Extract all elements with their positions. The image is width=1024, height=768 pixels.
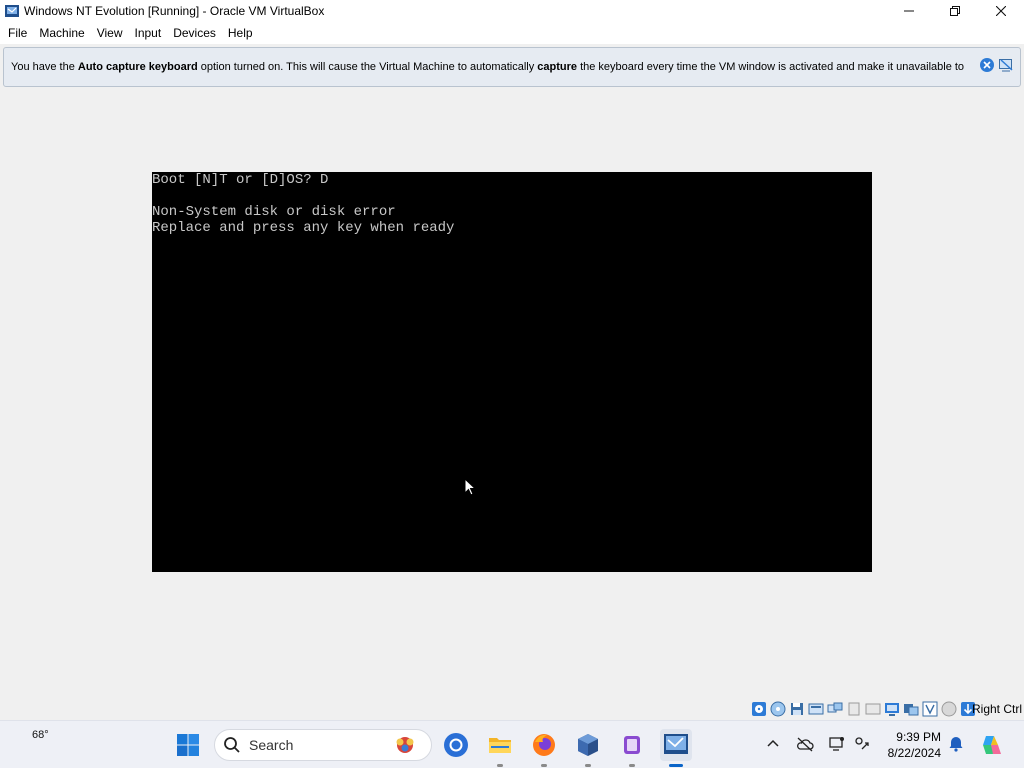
windows-taskbar: 68° Search 9:39 PM 8/22/2024 — [0, 720, 1024, 768]
audio-icon[interactable] — [808, 701, 824, 717]
console-line: Non-System disk or disk error — [152, 204, 396, 220]
clipboard-app-icon — [624, 736, 640, 754]
browser-icon — [444, 733, 468, 757]
notice-text-1: You have the — [11, 61, 78, 73]
menu-devices[interactable]: Devices — [167, 22, 222, 44]
notice-text-3: the keyboard every time the VM window is… — [577, 61, 965, 73]
search-placeholder: Search — [249, 737, 294, 753]
console-line: Replace and press any key when ready — [152, 220, 455, 236]
menu-machine[interactable]: Machine — [33, 22, 90, 44]
copilot-icon[interactable] — [980, 733, 1004, 757]
running-indicator — [541, 764, 547, 767]
running-indicator — [497, 764, 503, 767]
network-status-icon[interactable] — [853, 735, 871, 753]
chevron-up-icon[interactable] — [764, 735, 782, 753]
taskbar-vm-window-app[interactable] — [660, 729, 692, 767]
mouse-integration-icon[interactable] — [941, 701, 957, 717]
taskbar-chrome-app[interactable] — [440, 729, 472, 761]
optical-drive-icon[interactable] — [770, 701, 786, 717]
window-controls — [886, 0, 1024, 22]
notice-bold-2: capture — [537, 61, 578, 73]
device-status-icons — [751, 701, 976, 717]
display-settings-icon[interactable] — [828, 735, 846, 753]
weather-temperature: 68° — [32, 729, 49, 741]
network-icon[interactable] — [827, 701, 843, 717]
menu-bar: File Machine View Input Devices Help — [0, 22, 1024, 44]
clock-date: 8/22/2024 — [887, 746, 941, 760]
title-bar: Windows NT Evolution [Running] - Oracle … — [0, 0, 1024, 22]
search-icon — [224, 737, 240, 753]
running-indicator — [585, 764, 591, 767]
close-button[interactable] — [978, 0, 1024, 22]
close-icon — [996, 6, 1006, 16]
taskbar-search-box[interactable]: Search — [214, 729, 432, 761]
menu-help[interactable]: Help — [222, 22, 259, 44]
virtualbox-vm-icon — [664, 734, 688, 754]
vm-console-screen[interactable]: Boot [N]T or [D]OS? D Non-System disk or… — [152, 172, 872, 572]
clock-time: 9:39 PM — [896, 730, 941, 744]
do-not-show-again-icon[interactable] — [998, 57, 1014, 73]
vm-display-area[interactable]: Boot [N]T or [D]OS? D Non-System disk or… — [0, 90, 1024, 698]
notice-actions — [979, 57, 1014, 73]
minimize-button[interactable] — [886, 0, 932, 22]
taskbar-file-explorer-app[interactable] — [484, 729, 516, 767]
restore-icon — [950, 6, 960, 16]
notice-message: You have the Auto capture keyboard optio… — [11, 61, 974, 73]
taskbar-firefox-app[interactable] — [528, 729, 560, 767]
display-icon[interactable] — [884, 701, 900, 717]
windows-start-icon — [177, 734, 199, 756]
host-key-label: Right Ctrl — [971, 702, 1022, 716]
notice-bold-1: Auto capture keyboard — [77, 61, 198, 73]
search-highlight-icon — [396, 737, 414, 753]
hard-disk-icon[interactable] — [751, 701, 767, 717]
menu-file[interactable]: File — [2, 22, 33, 44]
notice-text-2: option turned on. This will cause the Vi… — [197, 61, 538, 73]
running-indicator — [629, 764, 635, 767]
auto-capture-notice: You have the Auto capture keyboard optio… — [3, 47, 1021, 87]
active-window-indicator — [669, 764, 683, 767]
firefox-icon — [533, 734, 555, 756]
taskbar-notes-app[interactable] — [616, 729, 648, 767]
onedrive-offline-icon[interactable] — [796, 735, 814, 753]
menu-input[interactable]: Input — [129, 22, 168, 44]
vm-status-bar: Right Ctrl — [0, 698, 1024, 720]
menu-view[interactable]: View — [91, 22, 129, 44]
system-clock[interactable]: 9:39 PM 8/22/2024 — [888, 729, 941, 761]
mouse-pointer-icon — [464, 478, 476, 496]
window-title: Windows NT Evolution [Running] - Oracle … — [24, 4, 325, 18]
minimize-icon — [904, 10, 914, 12]
start-button[interactable] — [172, 729, 204, 761]
usb-icon[interactable] — [846, 701, 862, 717]
taskbar-virtualbox-manager-app[interactable] — [572, 729, 604, 767]
console-line: Boot [N]T or [D]OS? D — [152, 172, 329, 188]
floppy-icon[interactable] — [789, 701, 805, 717]
virtualization-icon[interactable] — [922, 701, 938, 717]
maximize-button[interactable] — [932, 0, 978, 22]
dismiss-notice-icon[interactable] — [979, 57, 995, 73]
virtualbox-app-icon — [5, 5, 19, 17]
folder-icon — [489, 738, 511, 753]
notification-bell-icon[interactable] — [947, 735, 965, 753]
video-capture-icon[interactable] — [903, 701, 919, 717]
virtualbox-cube-icon — [578, 734, 598, 756]
shared-folders-icon[interactable] — [865, 701, 881, 717]
